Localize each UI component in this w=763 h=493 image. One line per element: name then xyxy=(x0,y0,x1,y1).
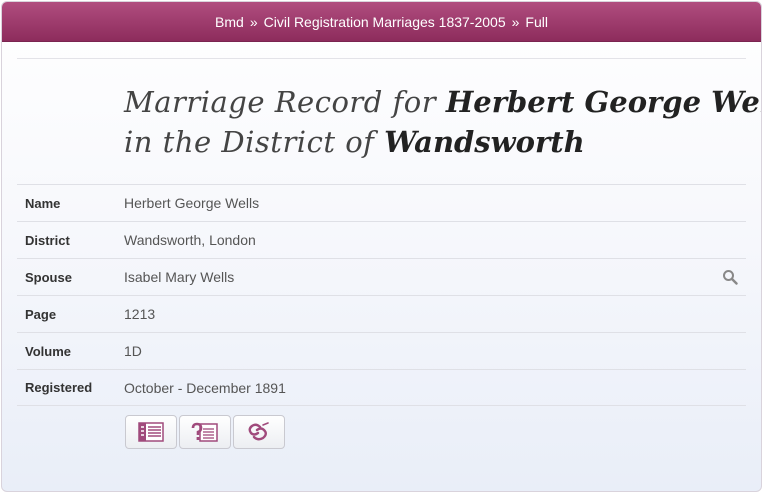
detail-label: Name xyxy=(25,195,61,211)
detail-label: Page xyxy=(25,306,57,322)
title-district-prefix: in the District of xyxy=(124,125,375,159)
view-record-button[interactable] xyxy=(125,415,177,449)
detail-row-spouse: Spouse Isabel Mary Wells xyxy=(17,258,746,295)
record-help-button[interactable] xyxy=(179,415,231,449)
detail-label: Spouse xyxy=(25,269,72,285)
document-list-icon xyxy=(138,422,164,442)
detail-label: District xyxy=(25,232,70,248)
page-title: Marriage Record for Herbert George Wells… xyxy=(124,82,761,162)
record-actions xyxy=(125,415,285,449)
detail-row-page: Page 1213 xyxy=(17,295,746,332)
detail-label: Volume xyxy=(25,343,71,359)
detail-label: Registered xyxy=(25,380,93,395)
detail-row-volume: Volume 1D xyxy=(17,332,746,369)
record-panel: Bmd » Civil Registration Marriages 1837-… xyxy=(1,1,762,492)
detail-value: 1D xyxy=(124,343,142,359)
detail-row-registered: Registered October - December 1891 xyxy=(17,369,746,406)
breadcrumb-item-bmd[interactable]: Bmd xyxy=(215,14,244,30)
title-person-name: Herbert George Wells xyxy=(445,85,761,119)
detail-row-district: District Wandsworth, London xyxy=(17,221,746,258)
page-title-line-2: in the District of Wandsworth xyxy=(124,122,744,162)
breadcrumb-item-civil-registration-marriages[interactable]: Civil Registration Marriages 1837-2005 xyxy=(264,14,506,30)
breadcrumb-separator: » xyxy=(511,13,520,30)
detail-value: Herbert George Wells xyxy=(124,195,260,211)
document-question-icon xyxy=(191,422,218,442)
spouse-search-button[interactable] xyxy=(722,269,738,285)
link-record-button[interactable] xyxy=(233,415,285,449)
detail-value: 1213 xyxy=(124,306,156,322)
detail-value: Isabel Mary Wells xyxy=(124,269,235,285)
search-icon xyxy=(723,270,738,285)
breadcrumb-item-full: Full xyxy=(525,13,548,30)
title-district-name: Wandsworth xyxy=(384,125,585,159)
detail-row-name: Name Herbert George Wells xyxy=(17,184,746,221)
breadcrumb-separator: » xyxy=(249,13,258,30)
title-prefix: Marriage Record for xyxy=(124,85,437,119)
breadcrumb: Bmd » Civil Registration Marriages 1837-… xyxy=(2,2,761,42)
detail-value: Wandsworth, London xyxy=(124,232,256,248)
detail-value: October - December 1891 xyxy=(124,379,286,396)
record-details-table: Name Herbert George Wells District Wands… xyxy=(17,184,746,406)
link-icon xyxy=(248,422,269,441)
divider xyxy=(17,58,746,59)
page-title-line-1: Marriage Record for Herbert George Wells xyxy=(124,82,761,122)
